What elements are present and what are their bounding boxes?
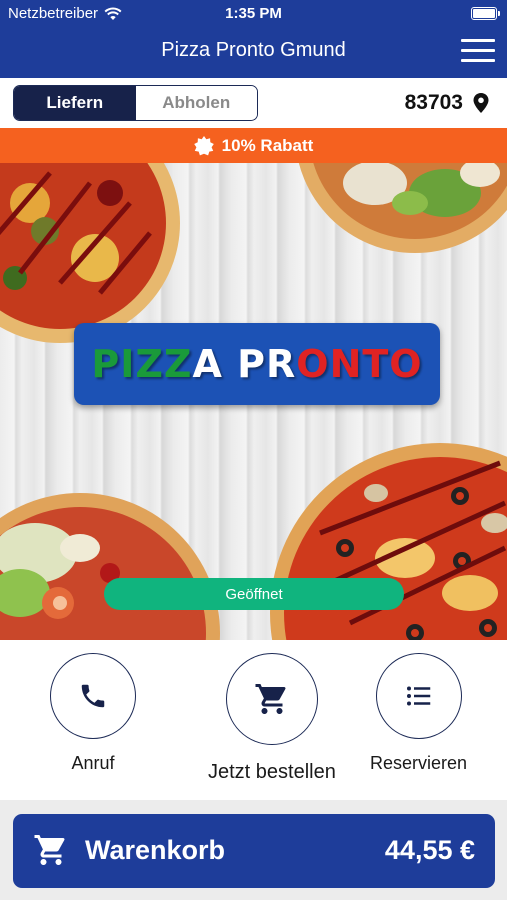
page-title: Pizza Pronto Gmund bbox=[161, 39, 346, 61]
tab-abholen[interactable]: Abholen bbox=[135, 86, 257, 120]
hamburger-menu-icon[interactable] bbox=[461, 39, 495, 65]
delivery-mode-toggle: Liefern Abholen bbox=[13, 85, 258, 121]
hero-image: PIZZ A PR ONTO Geöffnet bbox=[0, 163, 507, 640]
pizza-pronto-logo: PIZZ A PR ONTO bbox=[74, 323, 440, 405]
logo-part-2: A bbox=[192, 342, 238, 386]
clock: 1:35 PM bbox=[225, 5, 282, 22]
order-mode-bar: Liefern Abholen 83703 bbox=[0, 78, 507, 128]
call-button[interactable]: Anruf bbox=[50, 653, 136, 774]
order-now-label: Jetzt bestellen bbox=[208, 761, 336, 783]
location-pin-icon[interactable] bbox=[471, 92, 491, 114]
open-status-badge: Geöffnet bbox=[104, 578, 404, 610]
discount-badge-icon bbox=[193, 135, 214, 155]
tab-liefern[interactable]: Liefern bbox=[14, 86, 136, 120]
status-bar: Netzbetreiber 1:35 PM bbox=[0, 0, 507, 27]
cart-button[interactable]: Warenkorb 44,55 € bbox=[13, 814, 495, 888]
cart-total: 44,55 € bbox=[384, 835, 475, 865]
discount-banner[interactable]: 10% Rabatt bbox=[0, 128, 507, 163]
cart-icon bbox=[255, 684, 286, 714]
quick-actions: Anruf Jetzt bestellen Reservieren bbox=[0, 640, 507, 800]
logo-part-4: ONTO bbox=[296, 342, 423, 386]
order-now-button[interactable]: Jetzt bestellen bbox=[208, 653, 336, 784]
logo-part-3: PR bbox=[237, 342, 297, 386]
reserve-button[interactable]: Reservieren bbox=[370, 653, 467, 774]
zip-code[interactable]: 83703 bbox=[405, 91, 463, 115]
logo-part-1: PIZZ bbox=[91, 342, 193, 386]
nav-bar: Pizza Pronto Gmund bbox=[0, 27, 507, 78]
reserve-label: Reservieren bbox=[370, 753, 468, 773]
shopping-cart-icon bbox=[34, 835, 65, 865]
list-icon bbox=[406, 686, 430, 706]
call-label: Anruf bbox=[71, 753, 115, 773]
battery-icon bbox=[471, 7, 500, 20]
cart-label: Warenkorb bbox=[85, 835, 226, 865]
cart-footer: Warenkorb 44,55 € bbox=[0, 800, 507, 900]
phone-icon bbox=[81, 684, 105, 708]
discount-text: 10% Rabatt bbox=[221, 135, 314, 155]
